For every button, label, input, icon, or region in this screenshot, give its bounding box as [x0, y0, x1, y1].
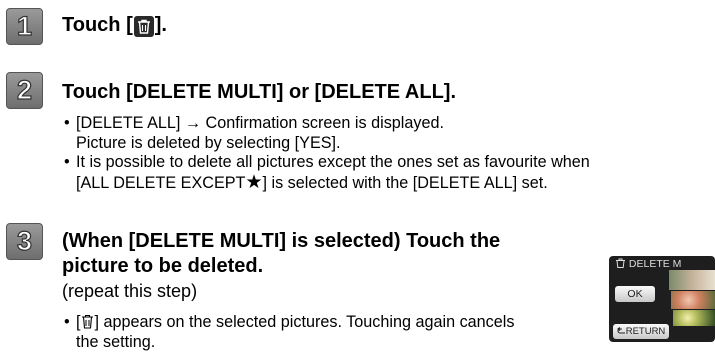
trash-icon: [81, 314, 95, 330]
thumbnail[interactable]: [671, 291, 715, 309]
thumbnail[interactable]: [673, 310, 715, 326]
ok-button[interactable]: OK: [615, 286, 655, 302]
thumbnail-grid: [669, 270, 715, 326]
step-3-heading: (When [DELETE MULTI] is selected) Touch …: [62, 230, 501, 277]
step-number-badge: 1: [6, 8, 43, 45]
screen-title: DELETE M: [615, 258, 681, 270]
star-icon: ★: [245, 171, 263, 193]
trash-icon: [616, 258, 625, 268]
list-item: [] appears on the selected pictures. Tou…: [62, 313, 514, 352]
camera-screen: DELETE M OK RETURN: [609, 256, 715, 342]
step-3-bullets: [] appears on the selected pictures. Tou…: [62, 313, 514, 352]
trash-icon: [133, 16, 154, 37]
return-button[interactable]: RETURN: [613, 324, 669, 339]
step-2-heading: Touch [DELETE MULTI] or [DELETE ALL].: [62, 81, 457, 103]
list-item: [DELETE ALL] → Confirmation screen is di…: [62, 114, 590, 153]
step-1-heading: Touch [].: [62, 14, 167, 37]
list-item: It is possible to delete all pictures ex…: [62, 153, 590, 193]
step-number-badge: 3: [6, 223, 43, 260]
step-2-bullets: [DELETE ALL] → Confirmation screen is di…: [62, 114, 590, 193]
thumbnail[interactable]: [669, 270, 715, 290]
return-arrow-icon: [616, 327, 625, 334]
step-3-subheading: (repeat this step): [62, 281, 198, 301]
step-number-badge: 2: [6, 72, 43, 109]
